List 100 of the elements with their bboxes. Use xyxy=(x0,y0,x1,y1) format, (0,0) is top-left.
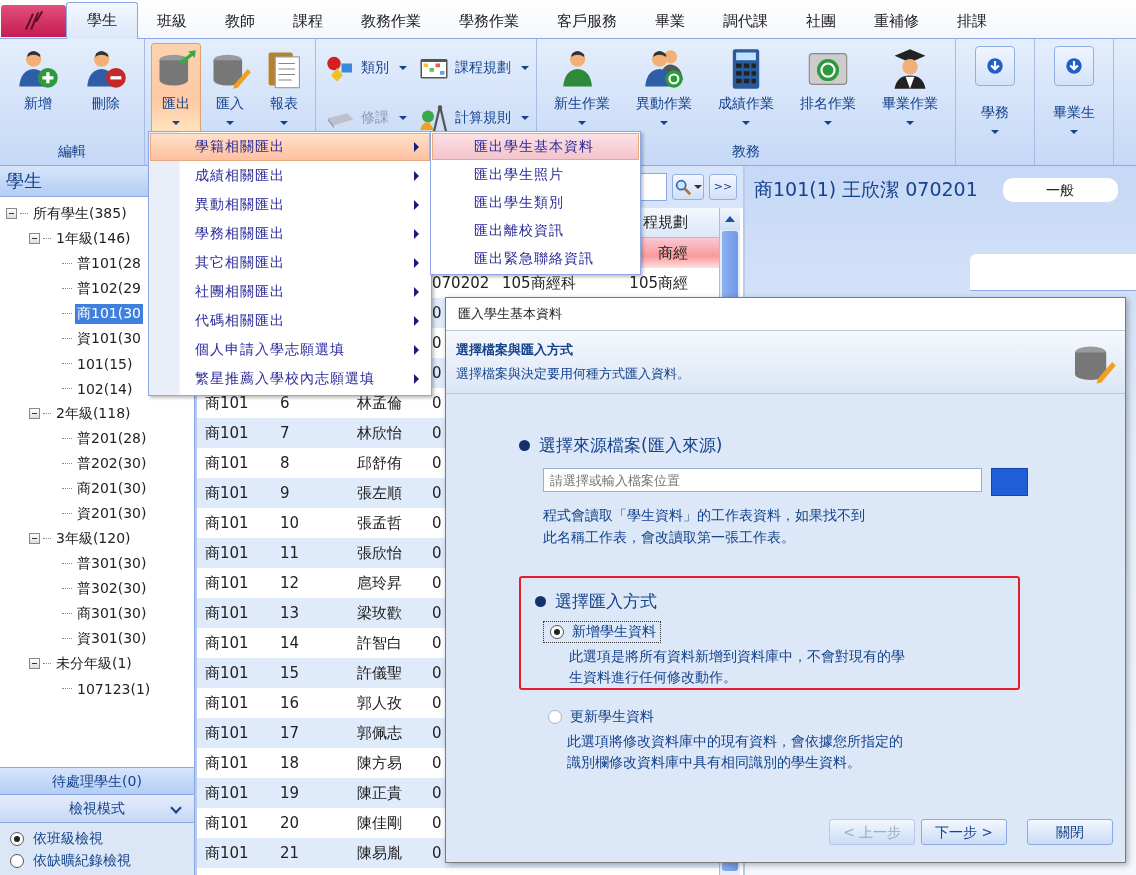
ribbon-tab[interactable]: 教務作業 xyxy=(342,4,440,38)
ribbon-button[interactable]: 畢業生 xyxy=(1041,43,1107,139)
menu-item[interactable]: 個人申請入學志願選填 xyxy=(150,336,430,364)
table-cell[interactable]: 商101 xyxy=(197,393,280,413)
ribbon-tab[interactable]: 客戶服務 xyxy=(538,4,636,38)
tree-item[interactable]: 普102(29 xyxy=(75,278,143,299)
dialog-button[interactable]: 下一步 > xyxy=(921,819,1007,845)
radio-button[interactable] xyxy=(550,625,564,639)
scroll-up-icon[interactable] xyxy=(720,208,740,230)
ribbon-tab[interactable]: 課程 xyxy=(274,4,342,38)
menu-item[interactable]: 繁星推薦入學校內志願選填 xyxy=(150,365,430,393)
table-cell[interactable]: 商101 xyxy=(197,513,280,533)
dialog-button[interactable]: 關閉 xyxy=(1027,819,1113,845)
tree-item[interactable]: 資201(30) xyxy=(75,503,149,524)
tree-item[interactable]: 未分年級(1) xyxy=(54,653,134,674)
more-button[interactable]: >> xyxy=(709,174,737,200)
ribbon-button[interactable]: 異動作業 xyxy=(625,43,703,136)
tree-item[interactable]: 1年級(146) xyxy=(54,228,133,249)
ribbon-tab[interactable]: 班級 xyxy=(138,4,206,38)
menu-item[interactable]: 社團相關匯出 xyxy=(150,278,430,306)
ribbon-button[interactable]: 排名作業 xyxy=(789,43,867,136)
tree-item[interactable]: 3年級(120) xyxy=(54,528,133,549)
collapse-icon[interactable] xyxy=(29,533,40,544)
collapse-icon[interactable] xyxy=(6,208,17,219)
radio-button[interactable] xyxy=(10,854,24,868)
tree-item[interactable]: 2年級(118) xyxy=(54,403,133,424)
table-cell[interactable]: 商101 xyxy=(197,783,280,803)
table-cell-text: 0 xyxy=(432,604,443,622)
tree-item[interactable]: 107123(1) xyxy=(75,679,153,698)
ribbon-tab[interactable]: 重補修 xyxy=(855,4,938,38)
menu-item[interactable]: 匯出學生基本資料 xyxy=(432,133,639,160)
file-path-field[interactable]: 請選擇或輸入檔案位置 xyxy=(543,468,982,492)
ribbon-button[interactable]: 報表 xyxy=(259,43,309,136)
ribbon-button[interactable]: 匯入 xyxy=(205,43,255,136)
menu-item[interactable]: 其它相關匯出 xyxy=(150,249,430,277)
menu-item[interactable]: 學務相關匯出 xyxy=(150,220,430,248)
table-cell[interactable]: 商101 xyxy=(197,663,280,683)
tree-item[interactable]: 普201(28) xyxy=(75,428,149,449)
collapse-icon[interactable] xyxy=(29,408,40,419)
table-cell-text: 11 xyxy=(280,544,301,562)
collapse-icon[interactable] xyxy=(29,658,40,669)
tree-item[interactable]: 普101(28 xyxy=(75,253,143,274)
ribbon-tab[interactable]: 教師 xyxy=(206,4,274,38)
ribbon-button[interactable]: 畢業作業 xyxy=(871,43,949,136)
tree-item[interactable]: 商101(30 xyxy=(75,303,143,324)
table-cell[interactable]: 商101 xyxy=(197,723,280,743)
menu-item[interactable]: 學籍相關匯出 xyxy=(150,133,430,161)
ribbon-button[interactable]: 學務 xyxy=(962,43,1028,139)
ribbon-button[interactable]: 類別 xyxy=(322,45,408,91)
radio-option[interactable]: 更新學生資料 xyxy=(541,706,659,728)
ribbon-tab[interactable]: 學務作業 xyxy=(440,4,538,38)
radio-option[interactable]: 新增學生資料 xyxy=(543,621,661,643)
tree-item[interactable]: 102(14) xyxy=(75,379,135,398)
ribbon-tab[interactable]: 學生 xyxy=(66,2,138,39)
tree-item[interactable]: 101(15) xyxy=(75,354,135,373)
table-cell[interactable]: 商101 xyxy=(197,813,280,833)
ribbon-button[interactable]: 新生作業 xyxy=(543,43,621,136)
menu-item[interactable]: 匯出學生照片 xyxy=(432,161,639,188)
radio-button[interactable] xyxy=(10,832,24,846)
table-cell[interactable]: 商101 xyxy=(197,543,280,563)
table-cell[interactable]: 商101 xyxy=(197,573,280,593)
ribbon-button[interactable]: 課程規劃 xyxy=(416,45,530,91)
app-menu-button[interactable] xyxy=(1,5,66,37)
tree-item[interactable]: 資101(30 xyxy=(75,328,143,349)
ribbon-button[interactable]: 成績作業 xyxy=(707,43,785,136)
view-mode-bar[interactable]: 檢視模式 xyxy=(0,794,194,823)
menu-item[interactable]: 匯出緊急聯絡資訊 xyxy=(432,245,639,272)
menu-item[interactable]: 匯出學生類別 xyxy=(432,189,639,216)
ribbon-tab[interactable]: 調代課 xyxy=(704,4,787,38)
table-cell[interactable]: 商101 xyxy=(197,423,280,443)
radio-button[interactable] xyxy=(548,710,562,724)
table-cell[interactable]: 商101 xyxy=(197,753,280,773)
tree-item[interactable]: 普301(30) xyxy=(75,553,149,574)
ribbon-button[interactable]: 刪除 xyxy=(74,43,138,136)
collapse-icon[interactable] xyxy=(29,233,40,244)
table-cell-text: 陳正貴 xyxy=(357,783,403,803)
tree-item[interactable]: 資301(30) xyxy=(75,628,149,649)
table-cell[interactable]: 070202 xyxy=(432,274,502,292)
tree-item[interactable]: 商301(30) xyxy=(75,603,149,624)
ribbon-tab[interactable]: 畢業 xyxy=(636,4,704,38)
table-cell[interactable]: 商101 xyxy=(197,483,280,503)
menu-item[interactable]: 代碼相關匯出 xyxy=(150,307,430,335)
pending-students-button[interactable]: 待處理學生(0) xyxy=(0,767,194,794)
table-cell[interactable]: 商101 xyxy=(197,603,280,623)
tree-item[interactable]: 普302(30) xyxy=(75,578,149,599)
table-cell[interactable]: 商101 xyxy=(197,693,280,713)
table-cell[interactable]: 商101 xyxy=(197,453,280,473)
column-header[interactable]: 程規劃 xyxy=(643,213,688,231)
tree-item[interactable]: 商201(30) xyxy=(75,478,149,499)
table-cell[interactable]: 商101 xyxy=(197,633,280,653)
search-button[interactable] xyxy=(672,174,704,200)
ribbon-tab[interactable]: 社團 xyxy=(787,4,855,38)
table-cell-text: 8 xyxy=(280,454,291,472)
table-cell-text: 20 xyxy=(280,814,301,832)
tree-item[interactable]: 普202(30) xyxy=(75,453,149,474)
ribbon-button[interactable]: 新增 xyxy=(6,43,70,136)
ribbon-tab[interactable]: 排課 xyxy=(938,4,1006,38)
menu-item[interactable]: 匯出離校資訊 xyxy=(432,217,639,244)
tree-item[interactable]: 所有學生(385) xyxy=(31,203,129,224)
table-cell[interactable]: 商101 xyxy=(197,843,280,863)
